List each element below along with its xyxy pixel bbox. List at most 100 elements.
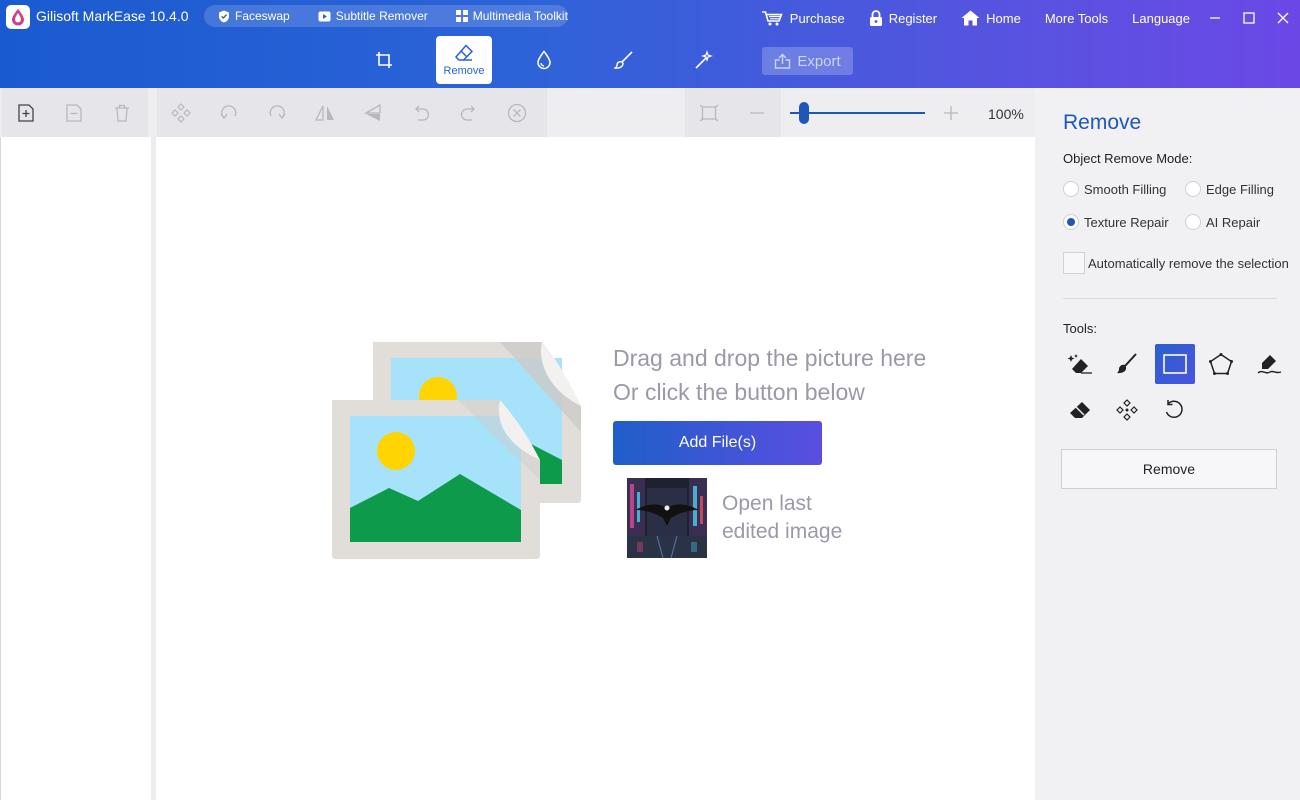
polygon-icon — [1209, 353, 1233, 375]
open-last-edited-link[interactable]: Open last edited image — [722, 490, 842, 546]
home-link[interactable]: Home — [961, 10, 1021, 26]
edge-filling-radio[interactable]: Edge Filling — [1185, 181, 1274, 197]
redo-button[interactable] — [445, 88, 493, 137]
file-tools — [2, 88, 148, 137]
title-bar: Gilisoft MarkEase 10.4.0 Faceswap Subtit… — [0, 0, 1300, 88]
wand-icon — [695, 50, 713, 69]
flip-vertical-button[interactable] — [349, 88, 397, 137]
minus-icon — [750, 111, 764, 114]
last-edited-thumbnail[interactable] — [627, 478, 707, 558]
polygon-tool[interactable] — [1201, 344, 1241, 384]
fit-zoom-tools — [685, 88, 781, 137]
watermark-mode-button[interactable] — [516, 36, 572, 84]
undo-button[interactable] — [397, 88, 445, 137]
texture-repair-label: Texture Repair — [1084, 214, 1169, 230]
auto-remove-label: Automatically remove the selection — [1088, 255, 1289, 271]
zoom-slider-handle[interactable] — [798, 102, 809, 124]
purchase-link[interactable]: Purchase — [761, 10, 845, 26]
panel-title: Remove — [1063, 111, 1142, 134]
open-last-line-1: Open last — [722, 492, 812, 515]
rectangle-select-icon — [1163, 354, 1187, 374]
subtitle-remover-chip[interactable]: Subtitle Remover — [318, 9, 428, 23]
app-title: Gilisoft MarkEase 10.4.0 — [36, 8, 189, 24]
remove-file-button[interactable] — [50, 88, 98, 137]
brush-icon — [1117, 353, 1137, 374]
grid-icon — [455, 10, 468, 22]
cancel-button[interactable] — [493, 88, 541, 137]
magic-eraser-icon — [1067, 354, 1092, 374]
faceswap-chip[interactable]: Faceswap — [218, 9, 290, 23]
rotate-left-button[interactable] — [205, 88, 253, 137]
eraser-tool[interactable] — [1060, 390, 1100, 430]
crop-mode-button[interactable] — [356, 36, 412, 84]
radio-circle — [1185, 181, 1201, 197]
brush-tool[interactable] — [1107, 344, 1147, 384]
rotate-right-icon — [269, 104, 286, 119]
lock-icon — [869, 10, 882, 26]
tools-label: Tools: — [1063, 321, 1097, 336]
radio-circle-selected — [1063, 214, 1079, 230]
more-tools-link[interactable]: More Tools — [1045, 11, 1108, 26]
shield-icon — [219, 10, 229, 22]
auto-remove-checkbox[interactable]: Automatically remove the selection — [1063, 252, 1289, 274]
minimize-button[interactable] — [1198, 8, 1232, 28]
zoom-out-button[interactable] — [733, 88, 781, 137]
image-placeholder-icon — [332, 342, 581, 559]
radio-circle — [1063, 181, 1079, 197]
smooth-filling-radio[interactable]: Smooth Filling — [1063, 181, 1166, 197]
eraser-icon — [454, 43, 474, 61]
smart-selection-tool[interactable] — [1060, 344, 1100, 384]
close-button[interactable] — [1266, 8, 1300, 28]
home-label: Home — [986, 10, 1021, 26]
remove-mode-button[interactable]: Remove — [436, 36, 492, 84]
texture-repair-radio[interactable]: Texture Repair — [1063, 214, 1169, 230]
pen-icon — [1257, 355, 1282, 374]
add-file-button[interactable] — [2, 88, 50, 137]
remove-button[interactable]: Remove — [1061, 449, 1277, 489]
reset-tool[interactable] — [1154, 390, 1194, 430]
close-icon — [1277, 12, 1289, 24]
export-label: Export — [797, 52, 841, 70]
maximize-button[interactable] — [1232, 8, 1266, 28]
plus-icon — [944, 105, 958, 120]
rotate-left-icon — [220, 104, 237, 119]
register-link[interactable]: Register — [869, 10, 937, 26]
transform-tools — [157, 88, 547, 137]
pen-tool[interactable] — [1249, 344, 1289, 384]
export-button[interactable]: Export — [762, 47, 853, 75]
rotate-right-button[interactable] — [253, 88, 301, 137]
thumbnail-list[interactable] — [0, 137, 151, 800]
open-last-line-2: edited image — [722, 520, 843, 543]
flip-horizontal-button[interactable] — [301, 88, 349, 137]
drop-line-2: Or click the button below — [613, 379, 865, 405]
move-button[interactable] — [157, 88, 205, 137]
move-icon — [171, 102, 191, 123]
app-logo-icon — [6, 5, 30, 29]
ai-repair-radio[interactable]: AI Repair — [1185, 214, 1260, 230]
remove-file-icon — [66, 103, 82, 122]
play-icon — [318, 11, 331, 21]
brush-mode-button[interactable] — [596, 36, 652, 84]
brush-icon — [614, 51, 633, 69]
flip-vertical-icon — [363, 103, 381, 121]
move-tool[interactable] — [1107, 390, 1147, 430]
drop-line-1: Drag and drop the picture here — [613, 345, 927, 371]
zoom-slider[interactable] — [790, 112, 925, 114]
fit-to-window-button[interactable] — [685, 88, 733, 137]
add-files-button[interactable]: Add File(s) — [613, 421, 822, 465]
top-nav: Purchase Register Home More Tools Langua… — [761, 8, 1300, 28]
zoom-in-button[interactable] — [927, 88, 975, 137]
minimize-icon — [1210, 17, 1220, 19]
checkbox-box — [1063, 252, 1085, 274]
image-canvas[interactable] — [156, 137, 1035, 800]
language-link[interactable]: Language — [1132, 11, 1190, 26]
multimedia-toolkit-chip[interactable]: Multimedia Toolkit — [455, 9, 568, 23]
language-label: Language — [1132, 10, 1190, 26]
remove-mode-label: Remove — [443, 64, 485, 77]
reset-icon — [1165, 400, 1183, 419]
object-remove-mode-label: Object Remove Mode: — [1063, 151, 1193, 166]
rectangle-tool[interactable] — [1155, 344, 1195, 384]
cart-icon — [761, 10, 783, 25]
delete-button[interactable] — [98, 88, 146, 137]
wand-mode-button[interactable] — [676, 36, 732, 84]
